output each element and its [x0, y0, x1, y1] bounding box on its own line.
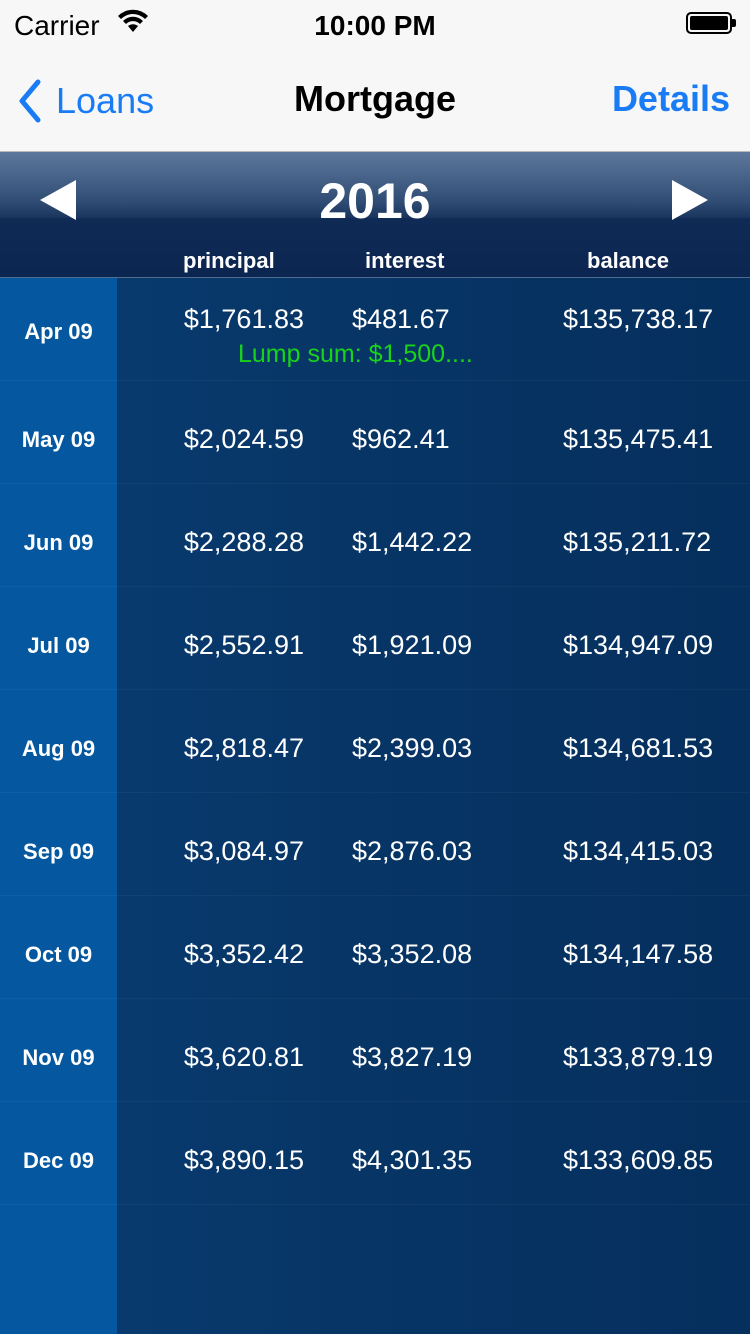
year-header: 2016 principal interest balance: [0, 152, 750, 278]
principal-cell: $3,084.97: [183, 836, 304, 866]
balance-cell: $135,738.17: [563, 304, 714, 334]
table-row[interactable]: Dec 09 $3,890.15 $4,301.35 $133,609.85: [0, 1102, 750, 1205]
battery-icon: [686, 12, 736, 34]
interest-cell: $481.67: [352, 304, 450, 334]
principal-cell: $3,352.42: [183, 939, 304, 969]
balance-cell: $134,681.53: [563, 733, 714, 763]
table-row[interactable]: Aug 09 $2,818.47 $2,399.03 $134,681.53: [0, 690, 750, 793]
principal-cell: $3,890.15: [183, 1145, 304, 1175]
payment-schedule-table[interactable]: Apr 09 $1,761.83 $481.67 $135,738.17 Lump su…: [0, 278, 750, 1334]
balance-cell: $133,879.19: [563, 1042, 714, 1072]
row-month-label: Apr 09: [24, 319, 93, 344]
interest-cell: $4,301.35: [352, 1145, 473, 1175]
lump-sum-note: Lump sum: $1,500....: [238, 340, 473, 368]
column-header-interest: interest: [365, 248, 445, 273]
details-button[interactable]: Details: [612, 78, 730, 120]
balance-cell: $135,475.41: [563, 424, 714, 454]
balance-cell: $135,211.72: [563, 527, 712, 557]
interest-cell: $2,876.03: [352, 836, 473, 866]
status-time: 10:00 PM: [314, 10, 436, 41]
table-row[interactable]: May 09 $2,024.59 $962.41 $135,475.41: [0, 381, 750, 484]
principal-cell: $3,620.81: [183, 1042, 304, 1072]
interest-cell: $3,352.08: [352, 939, 473, 969]
balance-cell: $133,609.85: [563, 1145, 714, 1175]
table-row[interactable]: Nov 09 $3,620.81 $3,827.19 $133,879.19: [0, 999, 750, 1102]
interest-cell: $3,827.19: [352, 1042, 473, 1072]
interest-cell: $962.41: [352, 424, 450, 454]
table-row[interactable]: Oct 09 $3,352.42 $3,352.08 $134,147.58: [0, 896, 750, 999]
app-screen: Carrier 10:00 PM Loans Mortgage Details …: [0, 0, 750, 1334]
row-month-label: Aug 09: [21, 736, 96, 761]
principal-cell: $2,818.47: [183, 733, 304, 763]
navigation-bar: Loans Mortgage Details: [0, 48, 750, 152]
principal-cell: $2,288.28: [183, 527, 304, 557]
table-row[interactable]: Jun 09 $2,288.28 $1,442.22 $135,211.72: [0, 484, 750, 587]
row-month-label: Nov 09: [22, 1045, 95, 1070]
column-header-principal: principal: [183, 248, 275, 273]
interest-cell: $1,921.09: [352, 630, 473, 660]
status-bar: Carrier 10:00 PM: [0, 0, 750, 48]
table-row[interactable]: Sep 09 $3,084.97 $2,876.03 $134,415.03: [0, 793, 750, 896]
table-row[interactable]: Jul 09 $2,552.91 $1,921.09 $134,947.09: [0, 587, 750, 690]
principal-cell: $1,761.83: [183, 304, 304, 334]
row-month-label: May 09: [21, 427, 96, 452]
principal-cell: $2,024.59: [183, 424, 304, 454]
balance-cell: $134,147.58: [563, 939, 714, 969]
year-label: 2016: [319, 173, 431, 229]
row-month-label: Dec 09: [23, 1148, 94, 1173]
interest-cell: $1,442.22: [352, 527, 473, 557]
balance-cell: $134,947.09: [563, 630, 714, 660]
balance-cell: $134,415.03: [563, 836, 714, 866]
row-month-label: Jun 09: [23, 530, 94, 555]
row-month-label: Jul 09: [27, 633, 90, 658]
table-row[interactable]: Apr 09 $1,761.83 $481.67 $135,738.17 Lump su…: [0, 278, 750, 381]
principal-cell: $2,552.91: [183, 630, 304, 660]
row-month-label: Oct 09: [24, 942, 93, 967]
row-month-label: Sep 09: [23, 839, 94, 864]
next-year-button[interactable]: [668, 178, 710, 222]
interest-cell: $2,399.03: [352, 733, 473, 763]
column-header-balance: balance: [587, 248, 669, 273]
